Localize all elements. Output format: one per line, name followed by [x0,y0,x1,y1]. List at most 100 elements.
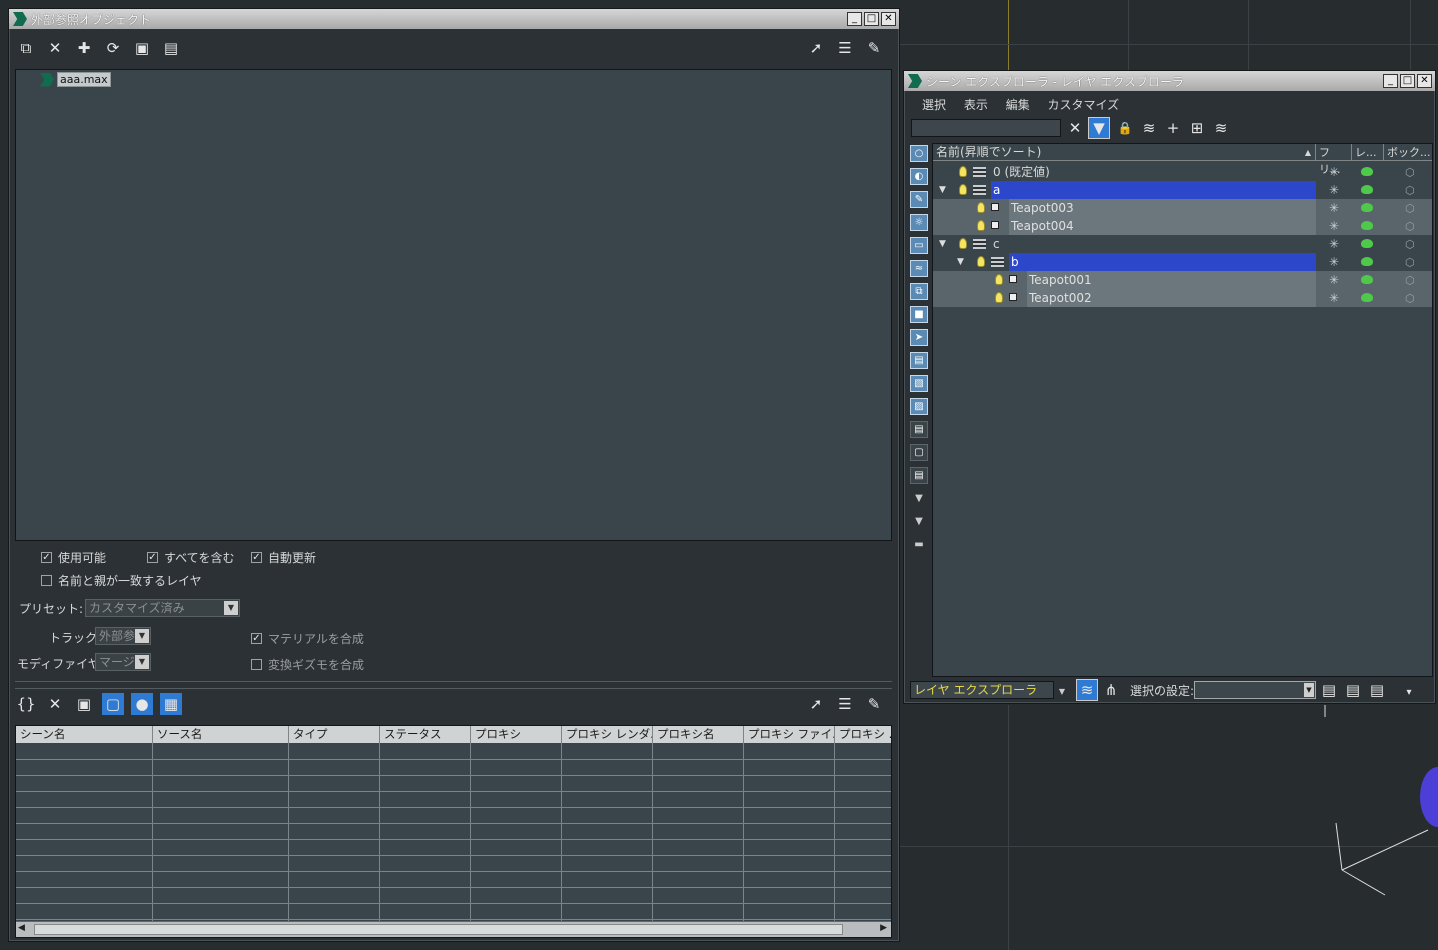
expand-toggle-icon[interactable]: ▼ [939,185,949,195]
shapes-filter-icon[interactable]: ✎ [910,191,928,208]
frozen-filter-icon[interactable]: ▨ [910,398,928,415]
containers-filter-icon[interactable]: ▤ [910,352,928,369]
layer-row[interactable]: Teapot003 ✳ ⬡ [933,199,1432,217]
layer-row[interactable]: ▼ c ✳ ⬡ [933,235,1432,253]
column-header[interactable]: プロキシ名 [653,726,744,743]
merge-material-checkbox[interactable]: ✓ マテリアルを合成 [251,630,364,647]
table-row[interactable] [16,903,891,920]
filter-options-icon[interactable]: ▬ [910,536,928,553]
lights-filter-icon[interactable]: ☼ [910,214,928,231]
column-header-freeze[interactable]: フリ... [1316,144,1352,176]
table-row[interactable] [16,823,891,840]
visibility-bulb-icon[interactable] [959,184,967,195]
table-row[interactable] [16,887,891,904]
layer-row[interactable]: ▼ b ✳ ⬡ [933,253,1432,271]
visibility-bulb-icon[interactable] [959,238,967,249]
add-icon[interactable]: ✚ [73,37,95,59]
box-display-icon[interactable]: ⬡ [1405,166,1415,179]
scroll-left-icon[interactable]: ◀ [18,923,25,933]
highlight-icon[interactable]: ✎ [863,693,885,715]
menu-select[interactable]: 選択 [922,98,946,112]
bones-filter-icon[interactable]: ➤ [910,329,928,346]
expand-toggle-icon[interactable]: ▼ [939,239,949,249]
column-header[interactable]: プロキシ [471,726,562,743]
maximize-button[interactable]: □ [864,12,879,26]
scrollbar-thumb[interactable] [34,924,843,935]
render-teapot-icon[interactable] [1361,221,1373,230]
materials-filter-icon[interactable]: ● [131,693,153,715]
funnel-icon[interactable]: ▼ [910,490,928,507]
freeze-icon[interactable]: ✳ [1329,255,1339,269]
list-none-icon[interactable]: ▢ [910,444,928,461]
refresh-icon[interactable]: ⟳ [102,37,124,59]
box-display-icon[interactable]: ⬡ [1405,184,1415,197]
visibility-bulb-icon[interactable] [977,202,985,213]
display-all-icon[interactable]: ○ [910,145,928,162]
auto-update-checkbox[interactable]: ✓ 自動更新 [251,549,316,566]
render-teapot-icon[interactable] [1361,275,1373,284]
layer-row[interactable]: Teapot002 ✳ ⬡ [933,289,1432,307]
preset-dropdown[interactable]: カスタマイズ済み ▼ [85,599,240,617]
list-invert-icon[interactable]: ▤ [910,467,928,484]
modifier-dropdown[interactable]: マージ ▼ [95,653,151,671]
enabled-checkbox[interactable]: ✓ 使用可能 [41,549,106,566]
render-teapot-icon[interactable] [1361,257,1373,266]
save-selection-set-icon[interactable]: ▤ [1318,679,1340,701]
select-by-name-icon[interactable]: ☰ [834,37,856,59]
table-row[interactable] [16,855,891,872]
render-teapot-icon[interactable] [1361,185,1373,194]
list-all-icon[interactable]: ▤ [910,421,928,438]
column-header-box[interactable]: ボック... [1384,144,1432,161]
visibility-bulb-icon[interactable] [959,166,967,177]
close-button[interactable]: ✕ [881,12,896,26]
highlight-icon[interactable]: ✎ [863,37,885,59]
xref-title-bar[interactable]: 外部参照オブジェクト _ □ ✕ [9,9,899,29]
select-cursor-icon[interactable]: ➚ [805,693,827,715]
scene-explorer-title-bar[interactable]: シーン エクスプローラ - レイヤ エクスプローラ _ □ ✕ [904,71,1435,91]
scroll-right-icon[interactable]: ▶ [880,923,887,933]
set-current-layer-icon[interactable]: ≋ [1210,117,1232,139]
column-header[interactable]: プロキシ ファイ... [744,726,835,743]
freeze-icon[interactable]: ✳ [1329,183,1339,197]
column-header-render[interactable]: レ... [1352,144,1384,161]
table-row[interactable] [16,791,891,808]
create-xref-icon[interactable]: ⧉ [15,37,37,59]
xrefs-filter-icon[interactable]: ▧ [910,375,928,392]
selection-set-dropdown[interactable]: ▼ [1194,681,1316,699]
freeze-icon[interactable]: ✳ [1329,201,1339,215]
remove-selection-set-icon[interactable]: ▤ [1366,679,1388,701]
splitter[interactable] [15,681,892,689]
box-display-icon[interactable]: ⬡ [1405,202,1415,215]
maximize-button[interactable]: □ [1400,74,1415,88]
table-row[interactable] [16,839,891,856]
geometry-filter-icon[interactable]: ◐ [910,168,928,185]
table-row[interactable] [16,871,891,888]
horizontal-scrollbar[interactable]: ◀ ▶ [16,921,891,937]
add-to-layer-icon[interactable]: + [1162,117,1184,139]
select-layer-icon[interactable]: ⊞ [1186,117,1208,139]
visibility-bulb-icon[interactable] [995,292,1003,303]
minimize-button[interactable]: _ [847,12,862,26]
freeze-icon[interactable]: ✳ [1329,291,1339,305]
close-button[interactable]: ✕ [1417,74,1432,88]
convert-icon[interactable]: ▤ [160,37,182,59]
filter-toggle-icon[interactable]: ▼ [1088,117,1110,139]
render-teapot-icon[interactable] [1361,239,1373,248]
visibility-bulb-icon[interactable] [995,274,1003,285]
table-row[interactable] [16,743,891,760]
column-header-name[interactable]: 名前(昇順でソート) ▲ [933,144,1316,161]
box-display-icon[interactable]: ⬡ [1405,274,1415,287]
menu-customize[interactable]: カスタマイズ [1048,98,1120,112]
clear-search-icon[interactable]: ✕ [1064,117,1086,139]
layer-row[interactable]: ▼ a ✳ ⬡ [933,181,1432,199]
column-header[interactable]: ソース名 [153,726,289,743]
select-by-name-icon[interactable]: ☰ [834,693,856,715]
column-header[interactable]: プロキシ ... [835,726,891,743]
visibility-bulb-icon[interactable] [977,220,985,231]
render-teapot-icon[interactable] [1361,203,1373,212]
visibility-bulb-icon[interactable] [977,256,985,267]
column-header[interactable]: ステータス [380,726,471,743]
select-cursor-icon[interactable]: ➚ [805,37,827,59]
explorer-name-dropdown[interactable]: レイヤ エクスプローラ ▼ [910,681,1065,699]
spacewarps-filter-icon[interactable]: ⧉ [910,283,928,300]
